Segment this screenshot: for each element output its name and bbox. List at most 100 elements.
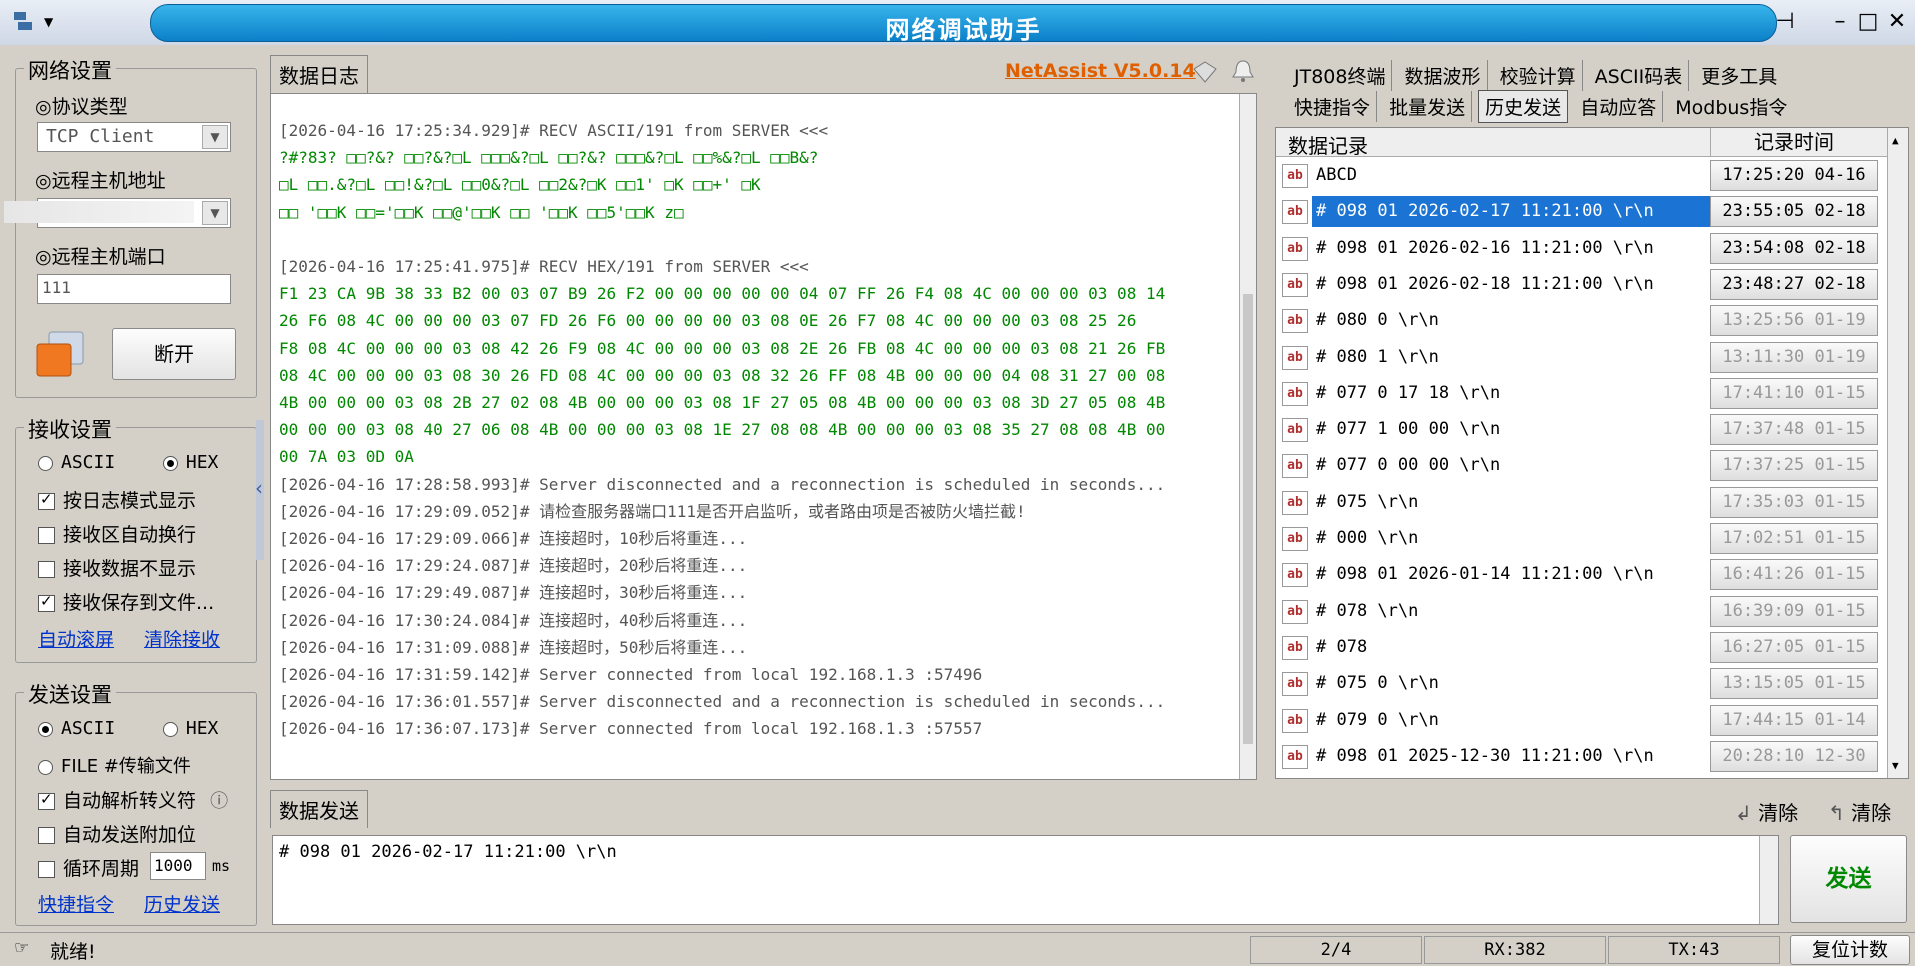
cycle-input[interactable]: 1000 xyxy=(150,852,206,880)
record-time-button[interactable]: 17:41:10 01-15 xyxy=(1710,377,1878,409)
tab-ascii-table[interactable]: ASCII码表 xyxy=(1589,60,1690,91)
app-menu-icon[interactable]: ▼ xyxy=(8,6,68,36)
receive-option-hide[interactable]: 接收数据不显示 xyxy=(38,554,196,581)
record-row[interactable]: ab # 077 0 17 18 \r\n 17:41:10 01-15 xyxy=(1276,376,1888,411)
scroll-down-icon[interactable]: ▼ xyxy=(1892,759,1899,772)
clear-all-button[interactable]: ↰ 清除 xyxy=(1828,797,1891,826)
record-time-button[interactable]: 16:39:09 01-15 xyxy=(1710,595,1878,627)
record-time-button[interactable]: 17:35:03 01-15 xyxy=(1710,486,1878,518)
receive-option-log-mode[interactable]: 按日志模式显示 xyxy=(38,486,196,513)
record-row[interactable]: ab # 078 16:27:05 01-15 xyxy=(1276,630,1888,665)
record-time-button[interactable]: 13:11:30 01-19 xyxy=(1710,341,1878,373)
disconnect-button[interactable]: 断开 xyxy=(112,328,236,380)
record-time-button[interactable]: 23:55:05 02-18 xyxy=(1710,196,1878,228)
clear-all-label: 清除 xyxy=(1851,801,1892,825)
receive-option-save[interactable]: 接收保存到文件... xyxy=(38,588,214,615)
record-row[interactable]: ab # 075 0 \r\n 13:15:05 01-15 xyxy=(1276,666,1888,701)
receive-ascii-radio[interactable] xyxy=(38,455,53,471)
receive-option-autowrap[interactable]: 接收区自动换行 xyxy=(38,520,196,547)
record-row[interactable]: ab # 098 01 2025-12-30 11:21:00 \r\n 20:28… xyxy=(1276,739,1888,774)
record-row[interactable]: ab # 080 1 \r\n 13:11:30 01-19 xyxy=(1276,340,1888,375)
pin-icon[interactable]: ⊣ xyxy=(1770,8,1800,36)
send-input[interactable]: # 098 01 2026-02-17 11:21:00 \r\n xyxy=(272,835,1779,925)
tab-jt808[interactable]: JT808终端 xyxy=(1288,60,1393,91)
record-time-button[interactable]: 13:15:05 01-15 xyxy=(1710,668,1878,700)
record-row[interactable]: ab # 098 01 2026-02-16 11:21:00 \r\n 23:54… xyxy=(1276,231,1888,266)
save-file-checkbox[interactable] xyxy=(38,592,55,612)
append-checkbox[interactable] xyxy=(38,827,55,844)
record-time-button[interactable]: 17:25:20 04-16 xyxy=(1710,160,1878,191)
send-option-cycle[interactable]: 循环周期 xyxy=(38,854,139,881)
record-time-button[interactable]: 23:54:08 02-18 xyxy=(1710,232,1878,264)
clear-receive-link[interactable]: 清除接收 xyxy=(144,625,220,652)
log-scrollbar[interactable] xyxy=(1239,94,1256,779)
records-scrollbar[interactable]: ▲ ▼ xyxy=(1887,128,1908,778)
record-time-button[interactable]: 20:28:10 12-30 xyxy=(1710,740,1878,772)
escape-checkbox[interactable] xyxy=(38,790,55,810)
log-mode-checkbox[interactable] xyxy=(38,490,55,510)
record-row[interactable]: ab # 075 \r\n 17:35:03 01-15 xyxy=(1276,485,1888,520)
record-row[interactable]: ab # 080 0 \r\n 13:25:56 01-19 xyxy=(1276,303,1888,338)
record-row[interactable]: ab # 000 \r\n 17:02:51 01-15 xyxy=(1276,521,1888,556)
info-icon[interactable]: ⓘ xyxy=(210,791,228,812)
record-row[interactable]: ab # 077 0 00 00 \r\n 17:37:25 01-15 xyxy=(1276,448,1888,483)
send-scrollbar[interactable] xyxy=(1759,836,1778,924)
collapse-left-icon[interactable]: ‹ xyxy=(255,476,263,500)
tab-modbus[interactable]: Modbus指令 xyxy=(1669,91,1793,122)
record-row[interactable]: ab # 079 0 \r\n 17:44:15 01-14 xyxy=(1276,703,1888,738)
send-option-escape[interactable]: 自动解析转义符 ⓘ xyxy=(38,786,228,813)
chevron-down-icon[interactable]: ▼ xyxy=(202,125,228,149)
record-time-button[interactable]: 16:27:05 01-15 xyxy=(1710,631,1878,663)
record-time-button[interactable]: 16:41:26 01-15 xyxy=(1710,559,1878,591)
tab-shortcut[interactable]: 快捷指令 xyxy=(1288,91,1378,122)
maximize-button[interactable]: □ xyxy=(1853,8,1883,36)
minimize-button[interactable]: – xyxy=(1825,8,1855,36)
send-file-row[interactable]: FILE #传输文件 xyxy=(38,752,191,778)
tab-batch-send[interactable]: 批量发送 xyxy=(1383,91,1473,122)
tab-waveform[interactable]: 数据波形 xyxy=(1399,60,1488,91)
record-time-button[interactable]: 23:48:27 02-18 xyxy=(1710,268,1878,300)
scroll-up-icon[interactable]: ▲ xyxy=(1892,134,1899,147)
record-time-button[interactable]: 17:37:48 01-15 xyxy=(1710,414,1878,446)
tab-auto-reply[interactable]: 自动应答 xyxy=(1574,91,1664,122)
host-select[interactable]: ▼ xyxy=(4,198,231,228)
send-file-radio[interactable] xyxy=(38,759,53,775)
autoscroll-link[interactable]: 自动滚屏 xyxy=(38,625,114,652)
record-row[interactable]: ab ABCD 17:25:20 04-16 xyxy=(1276,158,1888,193)
record-row[interactable]: ab # 098 01 2026-02-18 11:21:00 \r\n 23:48… xyxy=(1276,267,1888,302)
cycle-checkbox[interactable] xyxy=(38,861,55,878)
send-ascii-radio[interactable] xyxy=(38,721,53,737)
record-row[interactable]: ab # 077 1 00 00 \r\n 17:37:48 01-15 xyxy=(1276,412,1888,447)
log-scroll-thumb[interactable] xyxy=(1243,294,1253,744)
tab-data-send[interactable]: 数据发送 xyxy=(270,790,368,828)
record-time-button[interactable]: 17:37:25 01-15 xyxy=(1710,450,1878,482)
receive-hex-radio[interactable] xyxy=(162,455,178,471)
record-row[interactable]: ab # 098 01 2026-01-14 11:21:00 \r\n 16:41… xyxy=(1276,557,1888,592)
protocol-select[interactable]: TCP Client ▼ xyxy=(37,122,231,152)
record-time-button[interactable]: 17:02:51 01-15 xyxy=(1710,523,1878,554)
record-row[interactable]: ab # 078 \r\n 16:39:09 01-15 xyxy=(1276,594,1888,629)
record-time-button[interactable]: 13:25:56 01-19 xyxy=(1710,305,1878,337)
chevron-down-icon[interactable]: ▼ xyxy=(202,201,228,225)
tab-checksum[interactable]: 校验计算 xyxy=(1494,60,1583,91)
shortcut-link[interactable]: 快捷指令 xyxy=(38,890,114,917)
brand-link[interactable]: NetAssist V5.0.14 xyxy=(1005,60,1196,82)
diamond-icon[interactable] xyxy=(1192,60,1218,84)
record-time-button[interactable]: 17:44:15 01-14 xyxy=(1710,704,1878,736)
tab-history-send[interactable]: 历史发送 xyxy=(1478,90,1569,123)
port-input[interactable]: 111 xyxy=(37,274,231,304)
autowrap-checkbox[interactable] xyxy=(38,527,55,544)
history-link[interactable]: 历史发送 xyxy=(144,890,220,917)
tab-more-tools[interactable]: 更多工具 xyxy=(1695,60,1783,91)
close-button[interactable]: ✕ xyxy=(1882,8,1912,36)
send-hex-radio[interactable] xyxy=(162,721,178,737)
bell-icon[interactable] xyxy=(1230,58,1256,84)
tab-data-log[interactable]: 数据日志 xyxy=(270,55,368,93)
send-button[interactable]: 发送 xyxy=(1790,835,1907,923)
record-row[interactable]: ab # 098 01 2026-02-17 11:21:00 \r\n 23:55… xyxy=(1276,194,1888,229)
send-option-append[interactable]: 自动发送附加位 xyxy=(38,820,196,847)
clear-send-button[interactable]: ↲ 清除 xyxy=(1735,797,1798,826)
log-area[interactable]: [2026-04-16 17:25:34.929]# RECV ASCII/19… xyxy=(270,93,1257,780)
reset-count-button[interactable]: 复位计数 xyxy=(1790,935,1910,965)
hide-data-checkbox[interactable] xyxy=(38,561,55,578)
